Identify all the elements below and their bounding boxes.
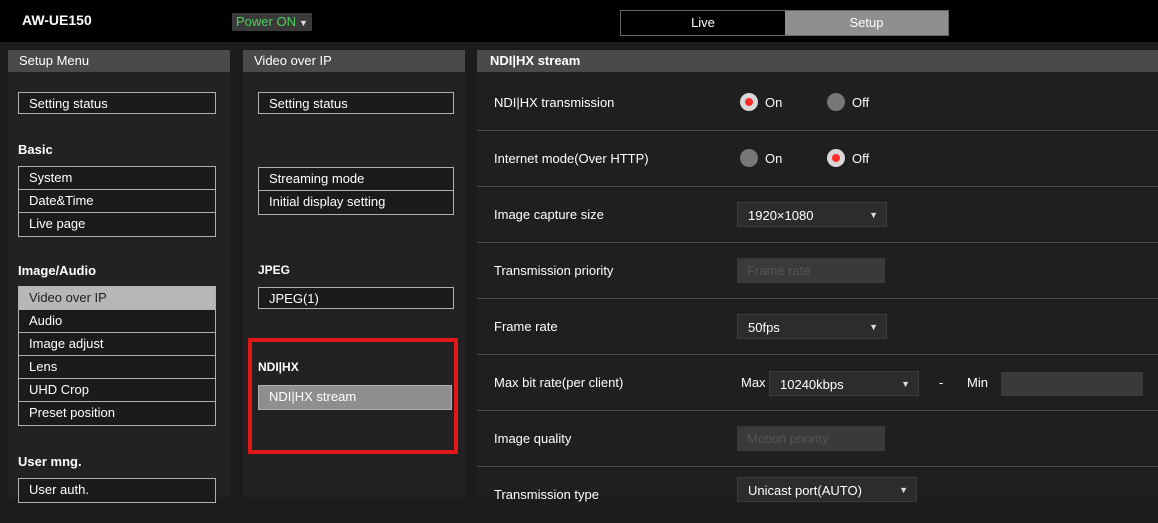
row-label: NDI|HX transmission xyxy=(494,95,615,110)
radio-transmission-on[interactable]: On xyxy=(740,93,782,111)
submenu-item-streaming-mode[interactable]: Streaming mode xyxy=(259,168,453,191)
chevron-down-icon: ▼ xyxy=(869,210,878,220)
panel-title: NDI|HX stream xyxy=(477,50,1158,72)
top-bar: AW-UE150 Power ON ▼ Live Setup xyxy=(0,0,1158,42)
menu-item-lens[interactable]: Lens xyxy=(19,356,215,379)
menu-item-live-page[interactable]: Live page xyxy=(19,213,215,236)
submenu-setting-status-button[interactable]: Setting status xyxy=(258,92,454,114)
basic-group: System Date&Time Live page xyxy=(18,166,216,237)
menu-item-user-auth[interactable]: User auth. xyxy=(19,479,215,502)
user-group: User auth. xyxy=(18,478,216,503)
quality-select: Motion priority xyxy=(737,426,885,451)
chevron-down-icon: ▼ xyxy=(869,322,878,332)
row-label: Max bit rate(per client) xyxy=(494,375,624,390)
menu-item-system[interactable]: System xyxy=(19,167,215,190)
tab-live[interactable]: Live xyxy=(621,11,785,35)
tab-setup[interactable]: Setup xyxy=(785,11,948,35)
submenu-title: Video over IP xyxy=(243,50,465,72)
radio-icon xyxy=(740,93,758,111)
row-transmission-priority: Transmission priority Frame rate xyxy=(477,243,1158,299)
max-label: Max xyxy=(741,375,766,390)
submenu-item-initial-display[interactable]: Initial display setting xyxy=(259,191,453,214)
row-image-quality: Image quality Motion priority xyxy=(477,411,1158,467)
row-label: Transmission priority xyxy=(494,263,614,278)
min-bitrate-field[interactable] xyxy=(1001,372,1143,396)
menu-item-video-over-ip[interactable]: Video over IP xyxy=(19,287,215,310)
chevron-down-icon: ▼ xyxy=(298,18,308,28)
radio-transmission-off[interactable]: Off xyxy=(827,93,869,111)
row-label: Transmission type xyxy=(494,487,599,502)
row-capture-size: Image capture size 1920×1080 ▼ xyxy=(477,187,1158,243)
power-label: Power ON xyxy=(236,14,296,29)
row-label: Frame rate xyxy=(494,319,558,334)
menu-item-audio[interactable]: Audio xyxy=(19,310,215,333)
radio-icon xyxy=(827,93,845,111)
user-section-title: User mng. xyxy=(18,454,82,469)
priority-select: Frame rate xyxy=(737,258,885,283)
row-label: Image quality xyxy=(494,431,572,446)
transmission-type-select[interactable]: Unicast port(AUTO) ▼ xyxy=(737,477,917,502)
model-name: AW-UE150 xyxy=(22,12,92,28)
highlight-box xyxy=(248,338,458,454)
image-audio-group: Video over IP Audio Image adjust Lens UH… xyxy=(18,286,216,426)
capture-size-select[interactable]: 1920×1080 ▼ xyxy=(737,202,887,227)
row-ndi-transmission: NDI|HX transmission On Off xyxy=(477,75,1158,131)
radio-icon xyxy=(827,149,845,167)
radio-internet-off[interactable]: Off xyxy=(827,149,869,167)
setup-menu-title: Setup Menu xyxy=(8,50,230,72)
range-dash: - xyxy=(939,375,944,390)
setting-status-button[interactable]: Setting status xyxy=(18,92,216,114)
row-label: Internet mode(Over HTTP) xyxy=(494,151,649,166)
row-frame-rate: Frame rate 50fps ▼ xyxy=(477,299,1158,355)
menu-item-image-adjust[interactable]: Image adjust xyxy=(19,333,215,356)
image-audio-section-title: Image/Audio xyxy=(18,263,97,278)
streaming-group: Streaming mode Initial display setting xyxy=(258,167,454,215)
menu-item-preset-position[interactable]: Preset position xyxy=(19,402,215,425)
row-max-bit-rate: Max bit rate(per client) Max 10240kbps ▼ … xyxy=(477,355,1158,411)
min-label: Min xyxy=(967,375,988,390)
menu-item-uhd-crop[interactable]: UHD Crop xyxy=(19,379,215,402)
jpeg1-button[interactable]: JPEG(1) xyxy=(258,287,454,309)
basic-section-title: Basic xyxy=(18,142,53,157)
radio-icon xyxy=(740,149,758,167)
power-dropdown[interactable]: Power ON ▼ xyxy=(232,13,312,31)
frame-rate-select[interactable]: 50fps ▼ xyxy=(737,314,887,339)
chevron-down-icon: ▼ xyxy=(899,485,908,495)
row-transmission-type: Transmission type Unicast port(AUTO) ▼ xyxy=(477,467,1158,523)
max-bitrate-select[interactable]: 10240kbps ▼ xyxy=(769,371,919,396)
chevron-down-icon: ▼ xyxy=(901,379,910,389)
menu-item-datetime[interactable]: Date&Time xyxy=(19,190,215,213)
row-internet-mode: Internet mode(Over HTTP) On Off xyxy=(477,131,1158,187)
row-label: Image capture size xyxy=(494,207,604,222)
jpeg-section-title: JPEG xyxy=(258,263,291,277)
radio-internet-on[interactable]: On xyxy=(740,149,782,167)
mode-tabs: Live Setup xyxy=(620,10,949,36)
